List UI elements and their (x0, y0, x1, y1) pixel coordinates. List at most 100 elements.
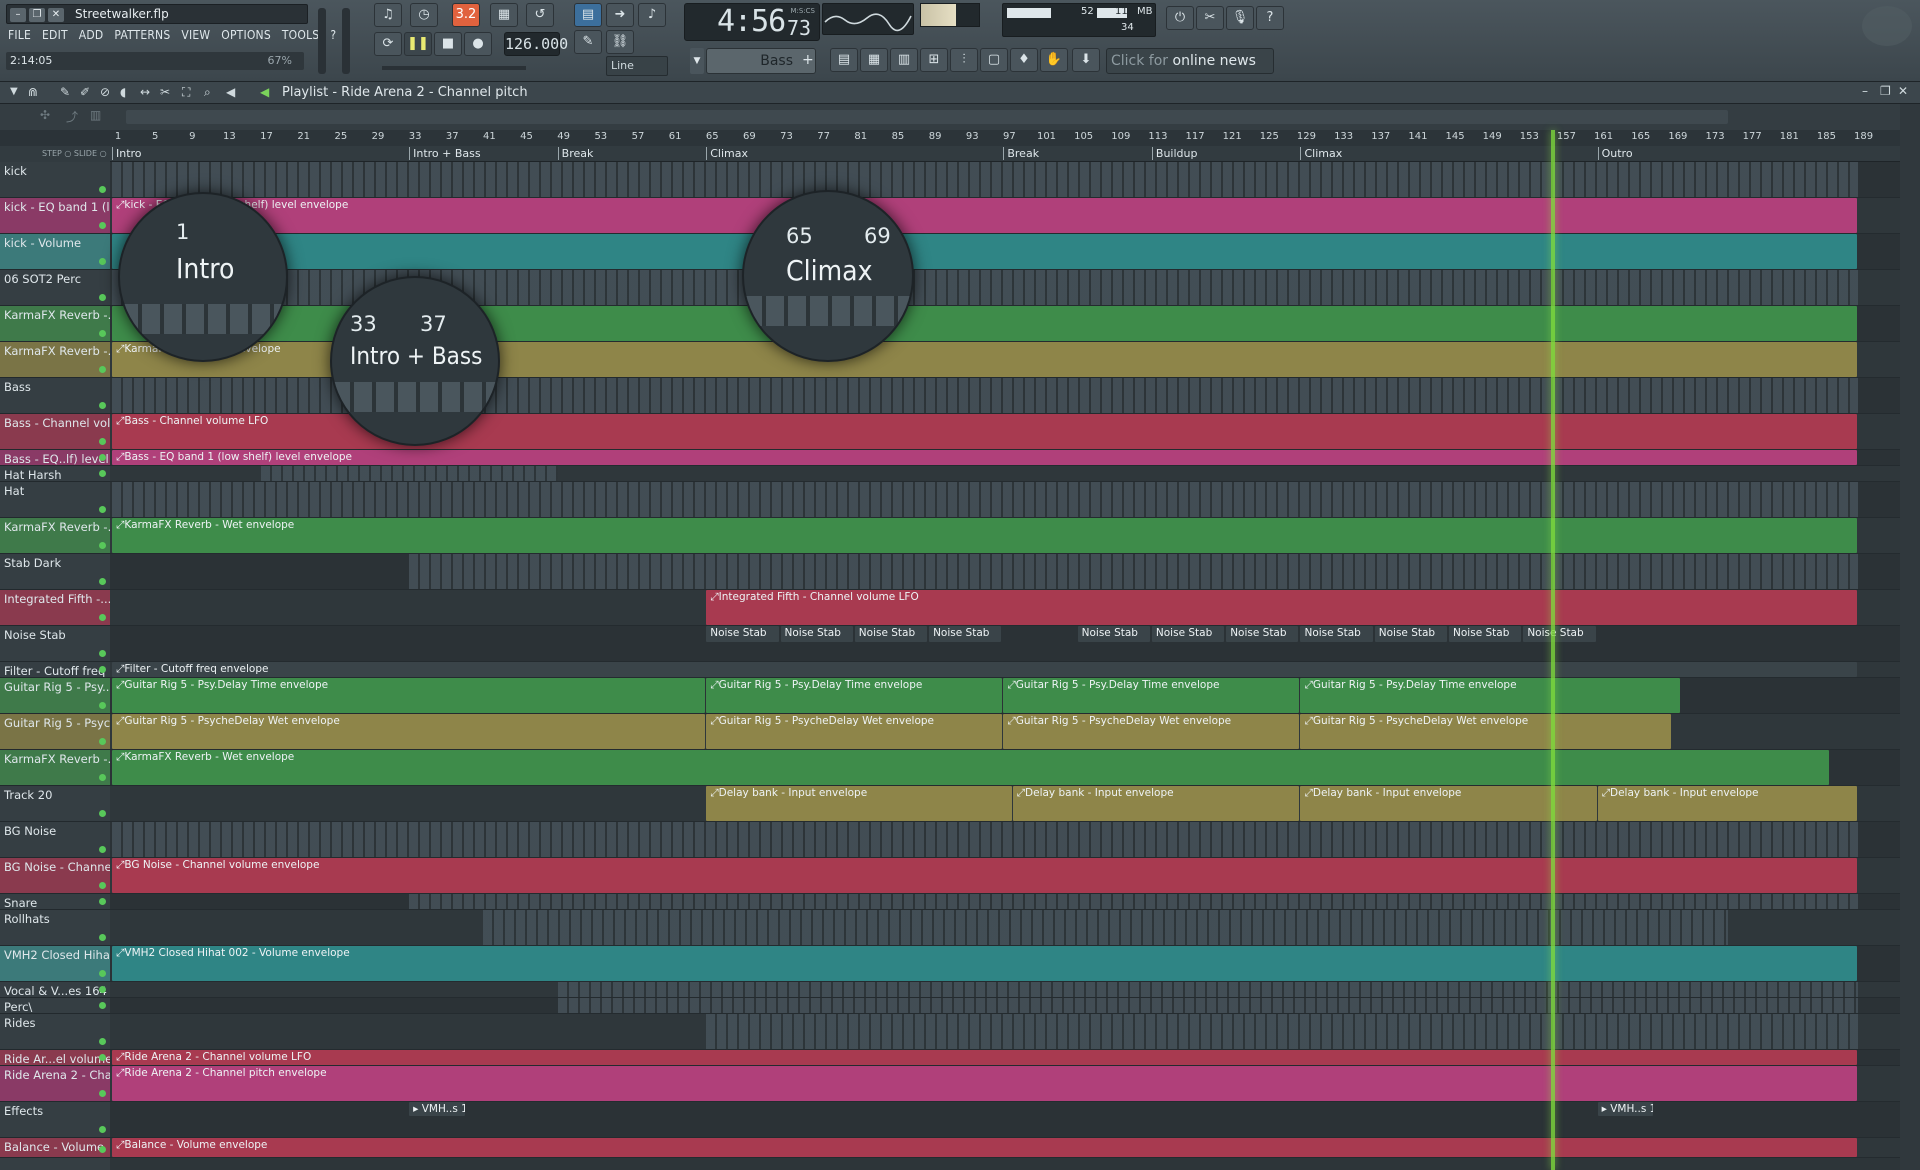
magnet-icon[interactable]: ⋒ (28, 85, 38, 99)
noise-stab-clip[interactable]: Noise Stab (1077, 626, 1150, 642)
automation-clip[interactable] (112, 234, 1857, 269)
track-header[interactable]: kick - EQ band 1 (l... (0, 198, 110, 234)
track-lane[interactable] (110, 554, 1900, 590)
pattern-clip[interactable] (112, 162, 1858, 197)
track-header[interactable]: BG Noise - Channe... (0, 858, 110, 894)
track-header[interactable]: Guitar Rig 5 - Psy... (0, 678, 110, 714)
track-enable-icon[interactable] (99, 366, 106, 373)
track-header[interactable]: Ride Ar...el volume (0, 1050, 110, 1066)
automation-clip[interactable]: ⤢Guitar Rig 5 - Psy.Delay Time envelope (1300, 678, 1681, 713)
track-header[interactable]: Balance - Volume (0, 1138, 110, 1158)
online-news-button[interactable]: Click for online news (1106, 48, 1274, 74)
track-enable-icon[interactable] (99, 970, 106, 977)
menu-patterns[interactable]: PATTERNS (114, 28, 170, 46)
track-enable-icon[interactable] (99, 402, 106, 409)
track-lane[interactable] (110, 234, 1900, 270)
select-tool-icon[interactable]: ⛶ (182, 85, 190, 100)
track-enable-icon[interactable] (99, 934, 106, 941)
zoom-tool-icon[interactable]: ⌕ (204, 85, 211, 100)
pause-icon[interactable]: ❚❚ (404, 32, 432, 56)
draw-tool-icon[interactable]: ✎ (60, 85, 70, 99)
track-header[interactable]: KarmaFX Reverb -... (0, 750, 110, 786)
step-slide-toggle[interactable]: STEP ○ SLIDE ○ (0, 146, 110, 162)
playlist-window-icon[interactable]: ▤ (830, 48, 858, 72)
track-enable-icon[interactable] (99, 506, 106, 513)
grid-icon[interactable]: ▥ (90, 108, 101, 122)
track-enable-icon[interactable] (99, 614, 106, 621)
master-pitch-slider[interactable] (342, 8, 350, 74)
pattern-clip[interactable] (260, 466, 558, 481)
track-header[interactable]: Effects (0, 1102, 110, 1138)
time-marker[interactable]: Break (1003, 147, 1039, 160)
arrange-icon[interactable]: ✣ (40, 108, 50, 122)
window-close-icon[interactable]: ✕ (1898, 84, 1908, 98)
track-header[interactable]: Ride Arena 2 - Cha... (0, 1066, 110, 1102)
stop-icon[interactable]: ■ (434, 32, 462, 56)
track-lane[interactable]: ⤢Ride Arena 2 - Channel volume LFO (110, 1050, 1900, 1066)
track-header[interactable]: Perc\ (0, 998, 110, 1014)
noise-stab-clip[interactable]: Noise Stab (1300, 626, 1373, 642)
track-enable-icon[interactable] (99, 1090, 106, 1097)
time-marker[interactable]: Climax (1300, 147, 1342, 160)
track-lane[interactable] (110, 982, 1900, 998)
help-icon[interactable]: ? (1256, 6, 1284, 30)
pattern-selector[interactable]: Bass (706, 48, 816, 74)
track-lane[interactable]: ⤢Ride Arena 2 - Channel pitch envelope (110, 1066, 1900, 1102)
menu-file[interactable]: FILE (8, 28, 31, 46)
track-header[interactable]: kick (0, 162, 110, 198)
automation-clip[interactable]: ⤢KarmaFX Reverb - Wet envelope (112, 750, 1829, 785)
pattern-clip[interactable] (483, 910, 1728, 945)
vertical-scrollbar[interactable] (1900, 104, 1920, 1170)
automation-clip[interactable]: ⤢Guitar Rig 5 - PsycheDelay Wet envelope (706, 714, 1003, 749)
curve-icon[interactable]: ⤴ (66, 108, 78, 125)
pattern-clip[interactable] (112, 482, 1858, 517)
automation-clip[interactable]: ⤢Bass - EQ band 1 (low shelf) level enve… (112, 450, 1857, 465)
track-enable-icon[interactable] (99, 1002, 106, 1009)
plugin-picker-icon[interactable]: ♦ (1010, 48, 1038, 72)
project-icon[interactable]: ▢ (980, 48, 1008, 72)
track-enable-icon[interactable] (99, 186, 106, 193)
automation-clip[interactable]: ⤢Guitar Rig 5 - Psy.Delay Time envelope (1003, 678, 1300, 713)
playhead[interactable] (1551, 130, 1556, 1170)
track-enable-icon[interactable] (99, 330, 106, 337)
track-header[interactable]: Filter - Cutoff freq (0, 662, 110, 678)
track-header[interactable]: Hat (0, 482, 110, 518)
track-enable-icon[interactable] (99, 578, 106, 585)
delete-tool-icon[interactable]: ⊘ (100, 85, 110, 99)
horizontal-scrollbar[interactable] (126, 110, 1728, 124)
playlist-view-icon[interactable]: ▤ (574, 3, 602, 27)
touch-controller-icon[interactable]: ✋ (1040, 48, 1068, 72)
track-lane[interactable]: ▸ VMH..s 118 ▸ VMH..s 118 (110, 1102, 1900, 1138)
track-enable-icon[interactable] (99, 1054, 106, 1061)
tempo-display[interactable]: 126.000 (504, 32, 568, 56)
bar-ruler[interactable]: 1 5 9 13 17 21 25 29 33 37 41 45 49 53 57 61 65 69 73 77 81 8… (110, 130, 1900, 146)
track-lane[interactable]: ⤢Bass - EQ band 1 (low shelf) level enve… (110, 450, 1900, 466)
track-enable-icon[interactable] (99, 258, 106, 265)
minimize-icon[interactable]: – (10, 8, 26, 22)
track-enable-icon[interactable] (99, 882, 106, 889)
track-lane[interactable]: ⤢KarmaFX Reverb - Wet envelope (110, 518, 1900, 554)
microphone-icon[interactable]: 🎙 (1226, 6, 1254, 30)
track-header[interactable]: 06 SOT2 Perc (0, 270, 110, 306)
track-header[interactable]: KarmaFX Reverb -... (0, 518, 110, 554)
track-header[interactable]: Hat Harsh (0, 466, 110, 482)
time-marker[interactable]: Intro + Bass (409, 147, 481, 160)
track-header[interactable]: Snare (0, 894, 110, 910)
noise-stab-clip[interactable]: Noise Stab (1151, 626, 1225, 642)
track-enable-icon[interactable] (99, 650, 106, 657)
master-volume-slider[interactable] (318, 8, 326, 74)
track-header[interactable]: Bass - EQ..lf) level (0, 450, 110, 466)
menu-edit[interactable]: EDIT (42, 28, 68, 46)
loop-record-icon[interactable]: ↺ (526, 3, 554, 27)
pattern-clip[interactable] (112, 822, 1858, 857)
loop-icon[interactable]: ⟳ (374, 32, 402, 56)
oscilloscope[interactable] (822, 3, 914, 35)
position-slider[interactable] (382, 66, 526, 70)
metronome-icon[interactable]: ◷ (410, 3, 438, 27)
track-enable-icon[interactable] (99, 986, 106, 993)
menu-view[interactable]: VIEW (181, 28, 210, 46)
power-icon[interactable]: ⏻ (1166, 6, 1194, 30)
menu-help[interactable]: ? (330, 28, 336, 46)
track-lane[interactable] (110, 822, 1900, 858)
track-enable-icon[interactable] (99, 470, 106, 477)
